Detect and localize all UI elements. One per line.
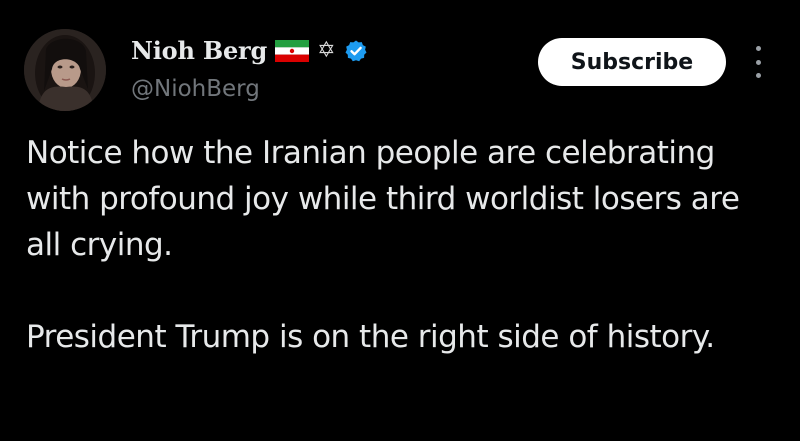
star-of-david-icon: ✡: [317, 37, 336, 63]
verified-badge-icon[interactable]: [344, 39, 368, 63]
more-dot: [755, 73, 761, 78]
iran-flag-icon: [275, 39, 310, 62]
tweet-paragraph: President Trump is on the right side of …: [26, 319, 715, 355]
tweet-text: Notice how the Iranian people are celebr…: [26, 130, 766, 360]
more-vertical-icon[interactable]: [750, 46, 766, 78]
more-dot: [755, 46, 761, 51]
more-dot: [755, 59, 761, 65]
author-name-row: Nioh Berg ✡: [131, 36, 368, 65]
profile-photo: [24, 29, 106, 111]
display-name[interactable]: Nioh Berg: [131, 36, 267, 65]
subscribe-button[interactable]: Subscribe: [538, 38, 726, 86]
user-handle[interactable]: @NiohBerg: [131, 76, 260, 102]
tweet-paragraph: Notice how the Iranian people are celebr…: [26, 135, 740, 263]
avatar[interactable]: [24, 29, 106, 111]
